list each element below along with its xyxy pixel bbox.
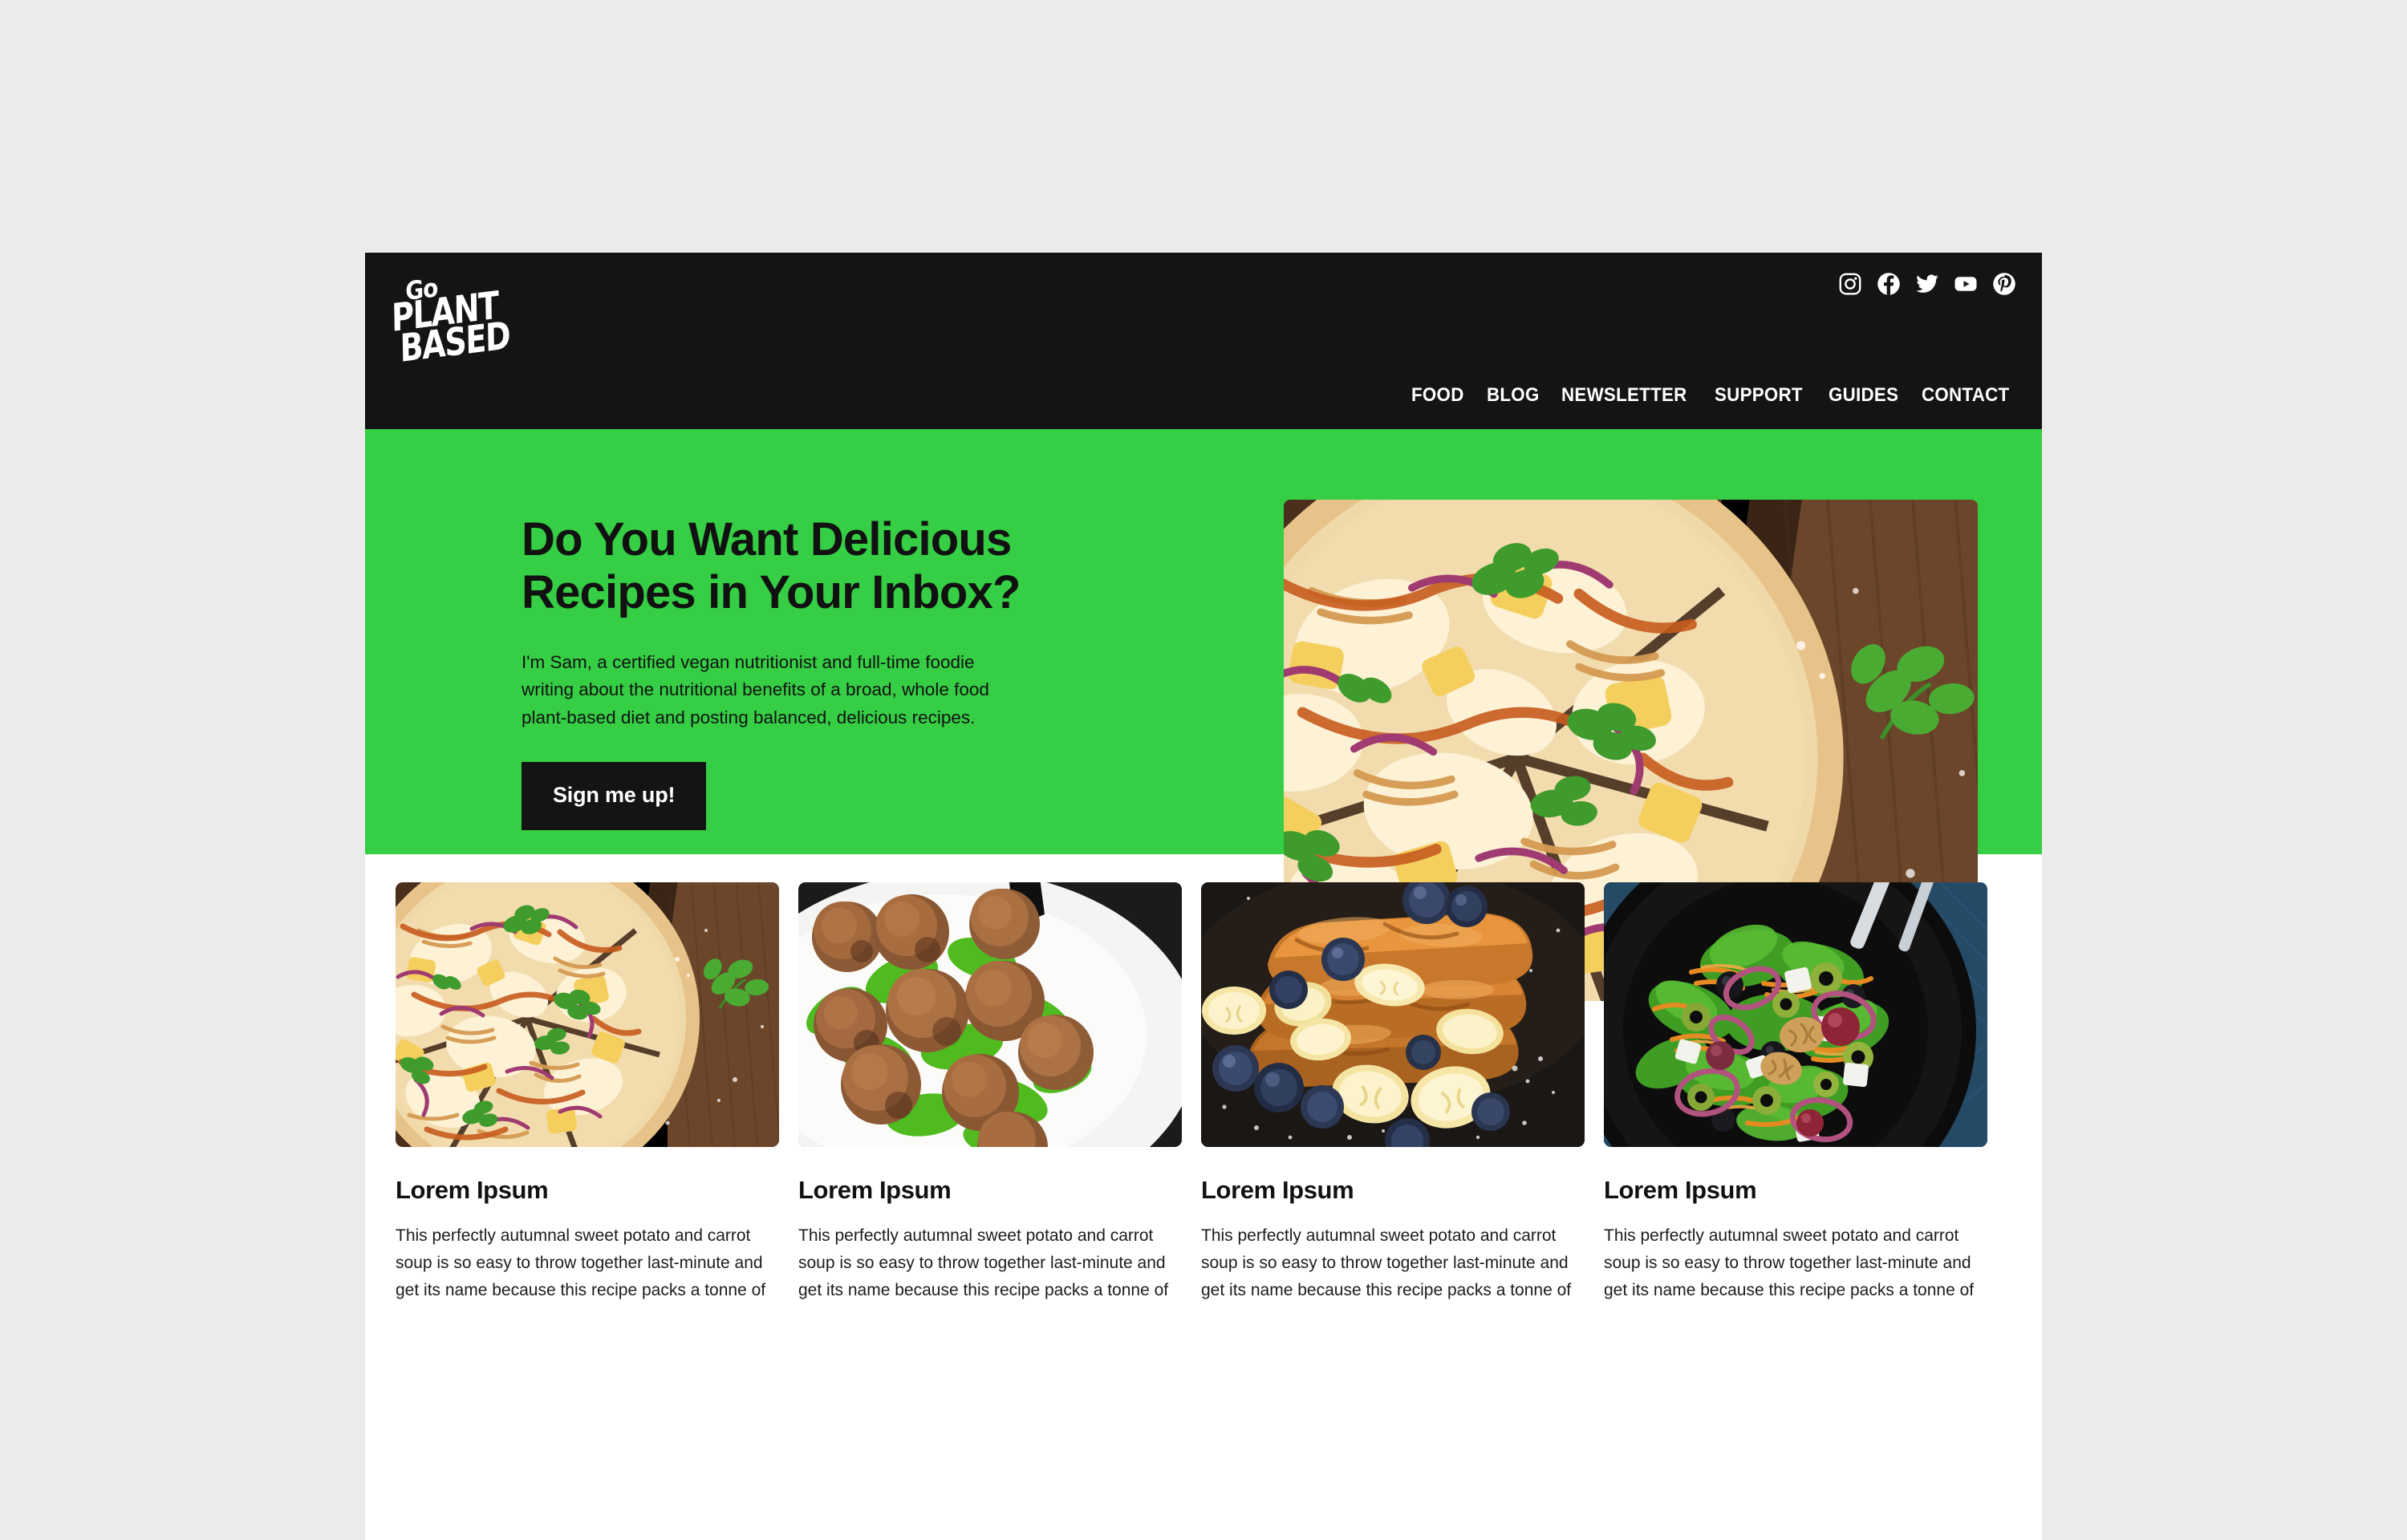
recipe-card-title: Lorem Ipsum bbox=[1201, 1176, 1354, 1204]
nav-item-blog[interactable]: BLOG bbox=[1487, 384, 1540, 407]
hero-copy: Do You Want Delicious Recipes in Your In… bbox=[522, 513, 1228, 830]
instagram-icon[interactable] bbox=[1838, 272, 1862, 296]
recipe-card[interactable]: Lorem Ipsum This perfectly autumnal swee… bbox=[396, 882, 779, 1304]
nav-item-newsletter[interactable]: NEWSLETTER bbox=[1561, 384, 1687, 407]
twitter-icon[interactable] bbox=[1915, 272, 1939, 296]
page-canvas: Go PLANT BASED FOOD BLOG NEWSLETTER SUPP… bbox=[365, 253, 2042, 1540]
facebook-icon[interactable] bbox=[1877, 272, 1901, 296]
nav-item-guides[interactable]: GUIDES bbox=[1829, 384, 1898, 407]
recipe-card[interactable]: Lorem Ipsum This perfectly autumnal swee… bbox=[798, 882, 1182, 1304]
recipe-cards-section: Lorem Ipsum This perfectly autumnal swee… bbox=[365, 854, 2042, 1540]
nav-item-food[interactable]: FOOD bbox=[1411, 384, 1464, 407]
hero-subtitle: I'm Sam, a certified vegan nutritionist … bbox=[522, 652, 989, 727]
meatballs-photo bbox=[798, 882, 1182, 1147]
recipe-card[interactable]: Lorem Ipsum This perfectly autumnal swee… bbox=[1604, 882, 1987, 1304]
sign-me-up-button[interactable]: Sign me up! bbox=[522, 761, 707, 830]
recipe-card-title: Lorem Ipsum bbox=[798, 1176, 952, 1204]
nav-item-support[interactable]: SUPPORT bbox=[1715, 384, 1803, 407]
recipe-card-image bbox=[1201, 882, 1585, 1147]
recipe-card-body: This perfectly autumnal sweet potato and… bbox=[1604, 1226, 1975, 1300]
recipe-card[interactable]: Lorem Ipsum This perfectly autumnal swee… bbox=[1201, 882, 1585, 1304]
hero-section: Do You Want Delicious Recipes in Your In… bbox=[365, 429, 2042, 854]
main-navigation: FOOD BLOG NEWSLETTER SUPPORT GUIDES CONT… bbox=[1411, 384, 2016, 407]
recipe-card-title: Lorem Ipsum bbox=[396, 1176, 549, 1204]
salad-photo bbox=[1604, 882, 1987, 1147]
recipe-card-title: Lorem Ipsum bbox=[1604, 1176, 1757, 1204]
pizza-photo bbox=[396, 882, 779, 1147]
recipe-card-image bbox=[798, 882, 1182, 1147]
french-toast-photo bbox=[1201, 882, 1585, 1147]
recipe-card-body: This perfectly autumnal sweet potato and… bbox=[798, 1226, 1169, 1300]
pinterest-icon[interactable] bbox=[1992, 272, 2016, 296]
site-header: Go PLANT BASED FOOD BLOG NEWSLETTER SUPP… bbox=[365, 253, 2042, 429]
nav-item-contact[interactable]: CONTACT bbox=[1922, 384, 2009, 407]
recipe-card-image bbox=[396, 882, 779, 1147]
recipe-card-body: This perfectly autumnal sweet potato and… bbox=[396, 1226, 766, 1300]
recipe-card-list: Lorem Ipsum This perfectly autumnal swee… bbox=[396, 882, 2011, 1304]
hero-title: Do You Want Delicious Recipes in Your In… bbox=[522, 513, 1021, 619]
site-logo[interactable]: Go PLANT BASED bbox=[386, 269, 542, 390]
youtube-icon[interactable] bbox=[1954, 272, 1978, 296]
social-links bbox=[1838, 272, 2016, 296]
recipe-card-image bbox=[1604, 882, 1987, 1147]
recipe-card-body: This perfectly autumnal sweet potato and… bbox=[1201, 1226, 1572, 1300]
